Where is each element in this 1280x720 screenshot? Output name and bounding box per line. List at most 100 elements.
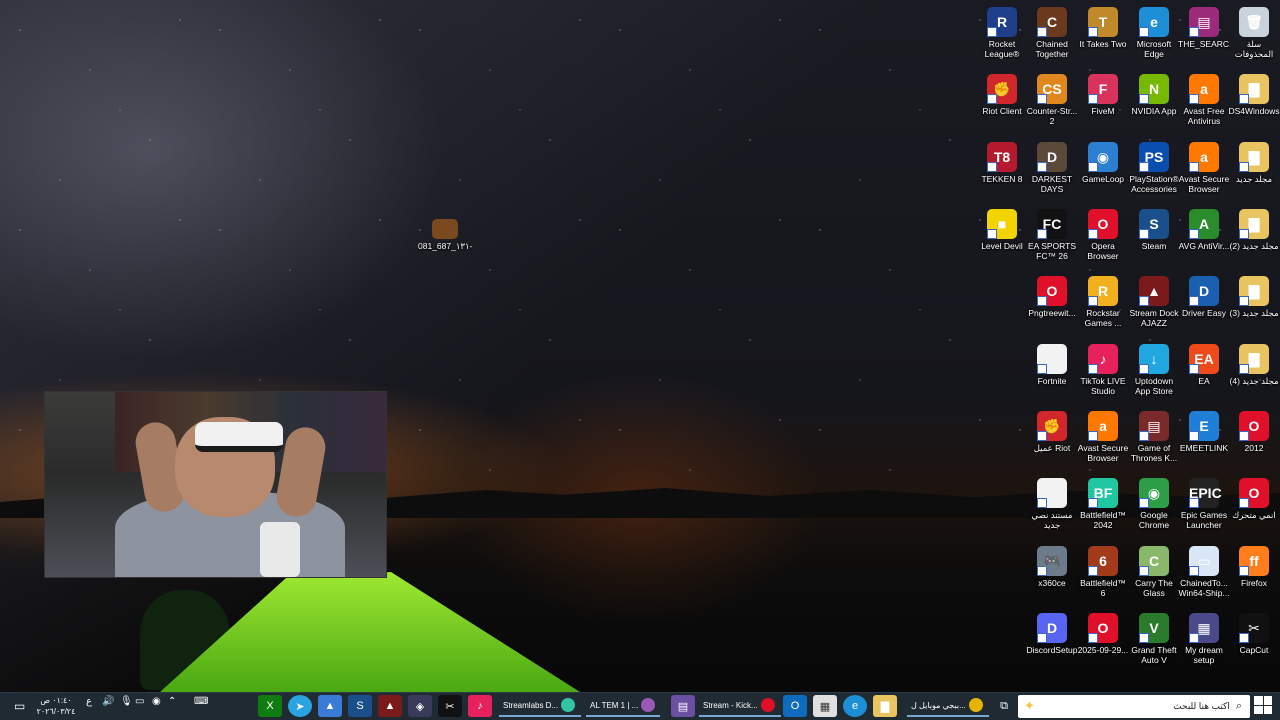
- desktop-shortcut[interactable]: E EMEETLINK: [1178, 408, 1230, 474]
- photos-icon[interactable]: ▲: [318, 695, 342, 717]
- desktop-shortcut[interactable]: D Driver Easy: [1178, 273, 1230, 339]
- desktop-shortcut[interactable]: ▇ مجلد جديد (2): [1228, 206, 1280, 272]
- desktop-shortcut[interactable]: O Opera Browser: [1077, 206, 1129, 272]
- desktop-shortcut[interactable]: ▤ Game of Thrones K...: [1128, 408, 1180, 474]
- desktop-shortcut-label: Battlefield™ 6: [1080, 578, 1126, 598]
- desktop-shortcut[interactable]: O انمي متحرك: [1228, 475, 1280, 541]
- desktop-shortcut[interactable]: Fortnite: [1026, 341, 1078, 407]
- desktop-shortcut[interactable]: BF Battlefield™ 2042: [1077, 475, 1129, 541]
- app-icon: 🗑: [1239, 7, 1269, 37]
- desktop-shortcut-label: مجلد جديد (3): [1229, 308, 1279, 318]
- volume-icon[interactable]: 🔊: [102, 696, 114, 707]
- desktop-shortcut[interactable]: ff Firefox: [1228, 543, 1280, 609]
- tiktok-icon[interactable]: ♪: [468, 695, 492, 717]
- xbox-icon[interactable]: X: [258, 695, 282, 717]
- camera-icon[interactable]: ◉: [152, 696, 161, 707]
- stream-dock-icon[interactable]: ▲: [378, 695, 402, 717]
- desktop-shortcut[interactable]: 6 Battlefield™ 6: [1077, 543, 1129, 609]
- desktop-shortcut[interactable]: N NVIDIA App: [1128, 71, 1180, 137]
- app-icon: T: [1088, 7, 1118, 37]
- desktop-shortcut[interactable]: O Pngtreewit...: [1026, 273, 1078, 339]
- desktop-shortcut[interactable]: C Chained Together: [1026, 4, 1078, 70]
- capcut-icon[interactable]: ✂: [438, 695, 462, 717]
- start-button[interactable]: [1254, 696, 1272, 714]
- desktop-shortcut[interactable]: ▇ مجلد جديد: [1228, 139, 1280, 205]
- desktop-shortcut[interactable]: ♪ TikTok LIVE Studio: [1077, 341, 1129, 407]
- taskbar-clock[interactable]: ٠١:٤٠ ص ٢٠٢٦/٠٣/٢٤: [34, 695, 78, 717]
- desktop-shortcut[interactable]: ▲ Stream Dock AJAZZ: [1128, 273, 1180, 339]
- desktop-shortcut[interactable]: مستند نصي جديد: [1026, 475, 1078, 541]
- desktop-shortcut[interactable]: ◉ Google Chrome: [1128, 475, 1180, 541]
- app-icon: O: [1239, 478, 1269, 508]
- desktop-shortcut[interactable]: R Rocket League®: [976, 4, 1028, 70]
- desktop-shortcut[interactable]: ✊ Riot Client: [976, 71, 1028, 137]
- desktop-shortcut[interactable]: C Carry The Glass: [1128, 543, 1180, 609]
- desktop-shortcut[interactable]: ▇ مجلد جديد (3): [1228, 273, 1280, 339]
- taskbar-app-button[interactable]: ببجي موبايل ل...: [907, 695, 989, 717]
- desktop-shortcut[interactable]: T It Takes Two: [1077, 4, 1129, 70]
- desktop-shortcut[interactable]: a Avast Secure Browser: [1077, 408, 1129, 474]
- desktop-shortcut-label: Chained Together: [1035, 39, 1069, 59]
- desktop-shortcut[interactable]: T8 TEKKEN 8: [976, 139, 1028, 205]
- desktop-shortcut-label: My dream setup: [1185, 645, 1223, 665]
- desktop-shortcut[interactable]: V Grand Theft Auto V: [1128, 610, 1180, 676]
- desktop-shortcut[interactable]: EA EA: [1178, 341, 1230, 407]
- taskbar-app-label: AL TEM 1 | ...: [590, 700, 639, 710]
- chevron-up-icon[interactable]: ⌃: [168, 696, 176, 707]
- taskbar-search[interactable]: ✦ اكتب هنا للبحث ⌕: [1018, 695, 1250, 718]
- desktop-shortcut[interactable]: O 2012: [1228, 408, 1280, 474]
- desktop-shortcut[interactable]: PS PlayStation® Accessories: [1128, 139, 1180, 205]
- desktop-shortcut[interactable]: ✂ CapCut: [1228, 610, 1280, 676]
- desktop-shortcut[interactable]: ◉ GameLoop: [1077, 139, 1129, 205]
- desktop-file-ramadan[interactable]: رمضان-١٣١_687_081...: [418, 216, 472, 282]
- desktop-shortcut[interactable]: a Avast Secure Browser: [1178, 139, 1230, 205]
- notification-icon[interactable]: ▭: [14, 699, 25, 713]
- desktop-shortcut[interactable]: F FiveM: [1077, 71, 1129, 137]
- store-icon[interactable]: ▦: [813, 695, 837, 717]
- desktop-shortcut[interactable]: EPIC Epic Games Launcher: [1178, 475, 1230, 541]
- app-icon: ▇: [1239, 209, 1269, 239]
- desktop-shortcut[interactable]: A AVG AntiVir...: [1178, 206, 1230, 272]
- steam-icon[interactable]: S: [348, 695, 372, 717]
- notepad-icon[interactable]: ▤: [671, 695, 695, 717]
- desktop-shortcut-label: GameLoop: [1081, 174, 1125, 184]
- desktop-shortcut[interactable]: ▇ مجلد جديد (4): [1228, 341, 1280, 407]
- microphone: [260, 522, 300, 577]
- file-explorer-icon[interactable]: ▇: [873, 695, 897, 717]
- microphone-icon[interactable]: 🎙: [120, 696, 133, 707]
- display-icon[interactable]: ▭: [135, 696, 144, 707]
- desktop-shortcut[interactable]: O 2025-09-29...: [1077, 610, 1129, 676]
- language-indicator[interactable]: ع: [86, 696, 92, 707]
- search-icon: ⌕: [1235, 700, 1242, 712]
- app-icon: S: [1139, 209, 1169, 239]
- taskbar-app-button[interactable]: Streamlabs D...: [499, 695, 581, 717]
- telegram-icon[interactable]: ➤: [288, 695, 312, 717]
- desktop-shortcut-label: Epic Games Launcher: [1180, 510, 1228, 530]
- desktop-shortcut[interactable]: ▦ My dream setup: [1178, 610, 1230, 676]
- desktop-shortcut[interactable]: 🎮 x360ce: [1026, 543, 1078, 609]
- desktop-shortcut[interactable]: ✊ عميل Riot: [1026, 408, 1078, 474]
- desktop-shortcut[interactable]: 🗑 سلة المحذوفات: [1228, 4, 1280, 70]
- desktop-shortcut[interactable]: ▤ THE_SEARC...: [1178, 4, 1230, 70]
- task-view-icon[interactable]: ⧉: [993, 695, 1015, 717]
- desktop-shortcut[interactable]: a Avast Free Antivirus: [1178, 71, 1230, 137]
- desktop-shortcut[interactable]: CS Counter-Str... 2: [1026, 71, 1078, 137]
- game-icon[interactable]: ◈: [408, 695, 432, 717]
- desktop-shortcut[interactable]: ■ Level Devil: [976, 206, 1028, 272]
- desktop-shortcut[interactable]: ▭ ChainedTo... Win64-Ship...: [1178, 543, 1230, 609]
- desktop-shortcut[interactable]: ▇ DS4Windows: [1228, 71, 1280, 137]
- desktop-shortcut-label: AVG AntiVir...: [1178, 241, 1230, 251]
- desktop-shortcut[interactable]: D DiscordSetup: [1026, 610, 1078, 676]
- outlook-icon[interactable]: O: [783, 695, 807, 717]
- desktop-shortcut[interactable]: e Microsoft Edge: [1128, 4, 1180, 70]
- taskbar-app-button[interactable]: Stream - Kick...: [699, 695, 781, 717]
- desktop-shortcut[interactable]: R Rockstar Games ...: [1077, 273, 1129, 339]
- edge-icon[interactable]: e: [843, 695, 867, 717]
- desktop-shortcut-label: Level Devil: [981, 241, 1023, 251]
- keyboard-icon[interactable]: ⌨: [194, 696, 208, 707]
- taskbar-app-button[interactable]: AL TEM 1 | ...: [586, 695, 660, 717]
- desktop-shortcut[interactable]: S Steam: [1128, 206, 1180, 272]
- desktop-shortcut[interactable]: ↓ Uptodown App Store: [1128, 341, 1180, 407]
- desktop-shortcut[interactable]: D DARKEST DAYS: [1026, 139, 1078, 205]
- desktop-shortcut[interactable]: FC EA SPORTS FC™ 26: [1026, 206, 1078, 272]
